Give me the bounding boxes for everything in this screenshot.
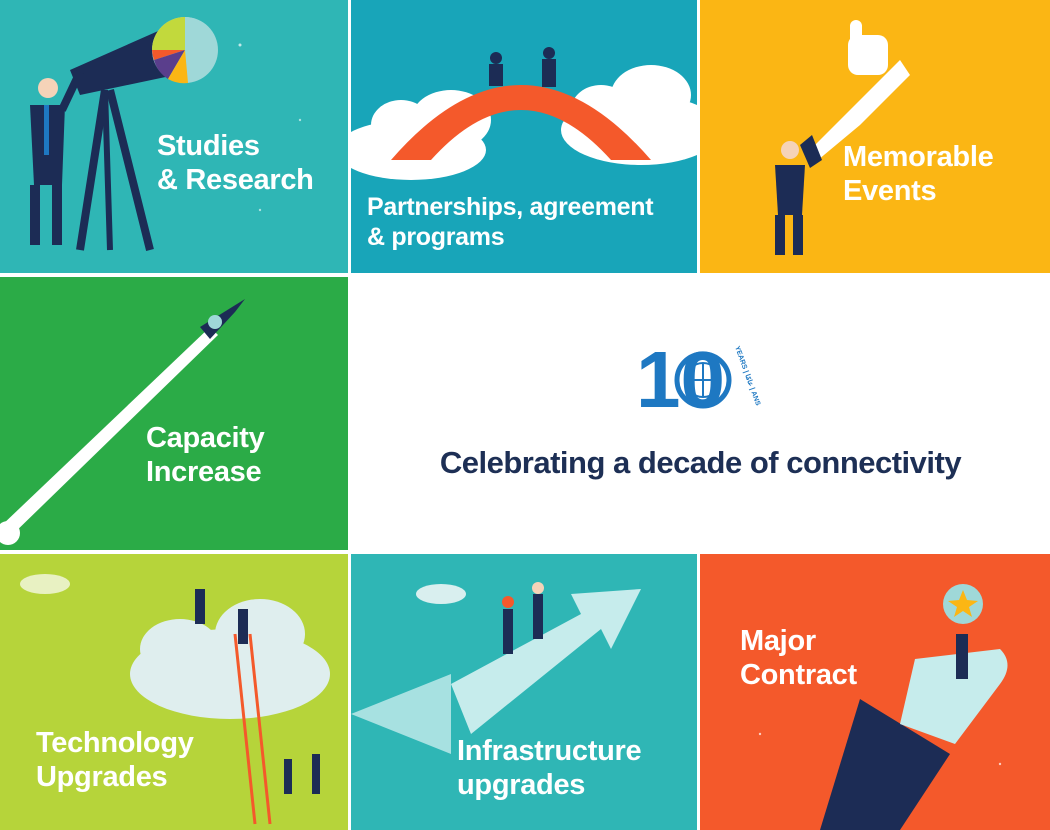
tile-label: Capacity Increase [146,422,265,489]
tile-memorable-events: Memorable Events [700,0,1050,273]
tile-major-contract: Major Contract [700,554,1050,830]
rocket-flight-icon [0,299,245,545]
tile-infrastructure-upgrades: Infrastructure upgrades [351,554,697,830]
tile-studies-research: Studies & Research [0,0,348,273]
center-panel: 10 YEARS | عامًا | ANS Celebrating a dec… [351,277,1050,550]
badge-ring-text: YEARS | عامًا | ANS [733,345,762,407]
tile-label: Memorable Events [843,141,994,208]
tagline: Celebrating a decade of connectivity [439,445,962,480]
tile-label: Major Contract [740,625,857,692]
tile-label: Technology Upgrades [36,727,194,794]
tile-technology-upgrades: Technology Upgrades [0,554,348,830]
megaphone-thumbs-up-icon [775,20,910,255]
tile-capacity-increase: Capacity Increase [0,277,348,550]
tile-partnerships: Partnerships, agreement & programs [351,0,697,273]
ten-years-logo-icon: 10 YEARS | عامًا | ANS [636,335,762,424]
tile-label: Infrastructure upgrades [457,735,642,802]
tile-label: Studies & Research [157,130,314,197]
tile-label: Partnerships, agreement & programs [367,193,654,251]
